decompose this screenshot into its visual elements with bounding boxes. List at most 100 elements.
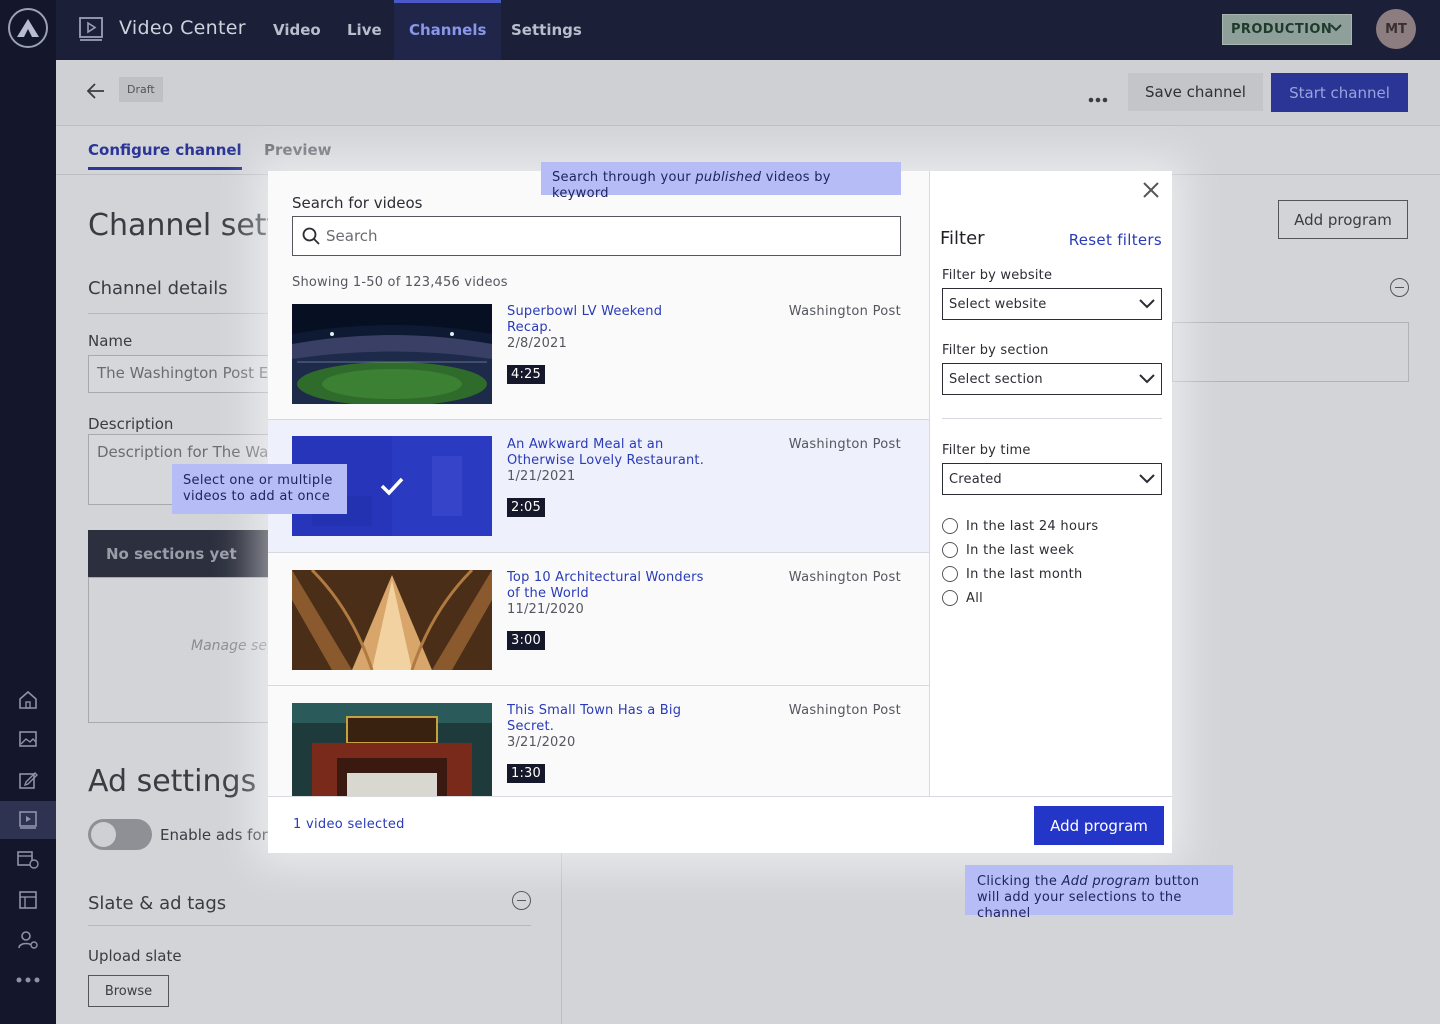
radio-label: In the last 24 hours [966, 518, 1099, 534]
video-row[interactable]: Superbowl LV Weekend Recap. 2/8/2021 4:2… [268, 287, 929, 420]
search-tooltip: Search through your published videos by … [541, 162, 901, 201]
upload-slate-label: Upload slate [88, 947, 182, 965]
tab-configure-channel[interactable]: Configure channel [88, 141, 242, 170]
layout-icon[interactable] [0, 881, 56, 919]
search-box[interactable] [292, 216, 901, 256]
filter-section-label: Filter by section [942, 343, 1049, 358]
chevron-down-icon [1139, 372, 1155, 390]
radio-circle[interactable] [942, 542, 958, 558]
no-sections-header: No sections yet [88, 530, 288, 577]
video-thumbnail[interactable] [292, 570, 492, 670]
collapse-icon[interactable] [1390, 278, 1409, 297]
more-options-icon[interactable] [1088, 88, 1108, 107]
nav-channels[interactable]: Channels [394, 0, 502, 60]
filter-heading: Filter [940, 228, 985, 249]
note-text: Search through your [552, 170, 696, 185]
video-thumbnail[interactable] [292, 304, 492, 404]
search-icon [302, 227, 320, 249]
chevron-down-icon [1139, 472, 1155, 490]
video-title[interactable]: Superbowl LV Weekend Recap. [507, 304, 707, 336]
browse-button[interactable]: Browse [88, 975, 169, 1007]
environment-label: PRODUCTION [1231, 22, 1333, 37]
video-title[interactable]: This Small Town Has a Big Secret. [507, 703, 707, 735]
radio-last-24-hours[interactable]: In the last 24 hours [942, 518, 1098, 534]
slate-ad-tags-heading: Slate & ad tags [88, 893, 227, 914]
app-title: Video Center [119, 17, 246, 39]
more-icon[interactable] [0, 961, 56, 999]
add-program-tooltip: Clicking the Add program button will add… [965, 865, 1233, 921]
video-date: 11/21/2020 [507, 602, 584, 617]
program-panel [1172, 322, 1409, 382]
page-title: Channel sett [88, 208, 279, 243]
enable-ads-label: Enable ads for [160, 826, 268, 844]
close-icon[interactable] [1142, 181, 1160, 203]
search-input[interactable] [326, 217, 886, 255]
radio-circle[interactable] [942, 590, 958, 606]
filter-time-label: Filter by time [942, 443, 1031, 458]
top-bar: Video Center Video Live Channels Setting… [56, 0, 1440, 60]
name-field[interactable]: The Washington Post E [88, 355, 288, 393]
edit-icon[interactable] [0, 761, 56, 799]
video-thumbnail[interactable] [292, 703, 492, 796]
video-center-logo-icon [78, 16, 104, 46]
save-channel-button[interactable]: Save channel [1128, 73, 1263, 111]
video-source: Washington Post [788, 304, 901, 319]
radio-last-month[interactable]: In the last month [942, 566, 1083, 582]
images-icon[interactable] [0, 720, 56, 758]
section-select-value: Select section [949, 371, 1043, 387]
radio-circle[interactable] [942, 518, 958, 534]
divider [88, 925, 531, 926]
video-row[interactable]: This Small Town Has a Big Secret. 3/21/2… [268, 686, 929, 796]
manage-sections-link[interactable]: Manage se [191, 638, 267, 654]
nav-live[interactable]: Live [347, 0, 382, 60]
page-header: Draft Save channel Start channel [56, 60, 1440, 126]
radio-last-week[interactable]: In the last week [942, 542, 1074, 558]
start-channel-button[interactable]: Start channel [1271, 73, 1408, 112]
environment-selector[interactable]: PRODUCTION [1222, 14, 1352, 45]
search-panel: Search for videos Showing 1-50 of 123,45… [268, 171, 929, 796]
time-select-value: Created [949, 471, 1002, 487]
back-arrow-icon[interactable] [86, 82, 106, 104]
video-title[interactable]: Top 10 Architectural Wonders of the Worl… [507, 570, 707, 602]
radio-circle[interactable] [942, 566, 958, 582]
video-search-modal: Search for videos Showing 1-50 of 123,45… [268, 171, 1172, 853]
filter-website-label: Filter by website [942, 268, 1053, 283]
nav-video[interactable]: Video [273, 0, 321, 60]
video-source: Washington Post [788, 703, 901, 718]
app-logo-icon[interactable] [8, 8, 48, 48]
divider [942, 418, 1162, 419]
left-rail [0, 0, 56, 1024]
time-select[interactable]: Created [942, 463, 1162, 495]
enable-ads-toggle[interactable] [88, 819, 152, 850]
select-tooltip: Select one or multiple videos to add at … [172, 464, 347, 514]
status-badge: Draft [119, 77, 163, 102]
video-duration: 3:00 [507, 631, 545, 650]
video-source: Washington Post [788, 570, 901, 585]
home-icon[interactable] [0, 681, 56, 719]
video-title[interactable]: An Awkward Meal at an Otherwise Lovely R… [507, 437, 707, 469]
video-row[interactable]: Top 10 Architectural Wonders of the Worl… [268, 553, 929, 686]
user-settings-icon[interactable] [0, 921, 56, 959]
reset-filters-link[interactable]: Reset filters [1069, 231, 1162, 249]
website-select[interactable]: Select website [942, 288, 1162, 320]
schedule-settings-icon[interactable] [0, 840, 56, 878]
video-date: 2/8/2021 [507, 336, 567, 351]
note-text: Clicking the [977, 874, 1062, 889]
checkmark-icon [380, 476, 404, 500]
chevron-down-icon [1329, 21, 1343, 39]
nav-settings[interactable]: Settings [511, 0, 582, 60]
name-label: Name [88, 332, 133, 350]
add-program-button-background[interactable]: Add program [1278, 200, 1408, 239]
tab-preview[interactable]: Preview [264, 141, 332, 159]
section-select[interactable]: Select section [942, 363, 1162, 395]
note-emphasis: published [695, 170, 762, 185]
avatar[interactable]: MT [1376, 9, 1416, 49]
video-row[interactable]: An Awkward Meal at an Otherwise Lovely R… [268, 420, 929, 553]
channel-details-heading: Channel details [88, 278, 228, 299]
divider [88, 313, 268, 314]
video-center-icon[interactable] [0, 801, 56, 839]
collapse-icon[interactable] [512, 891, 531, 910]
chevron-down-icon [1139, 297, 1155, 315]
add-program-button[interactable]: Add program [1034, 806, 1164, 845]
radio-all[interactable]: All [942, 590, 983, 606]
